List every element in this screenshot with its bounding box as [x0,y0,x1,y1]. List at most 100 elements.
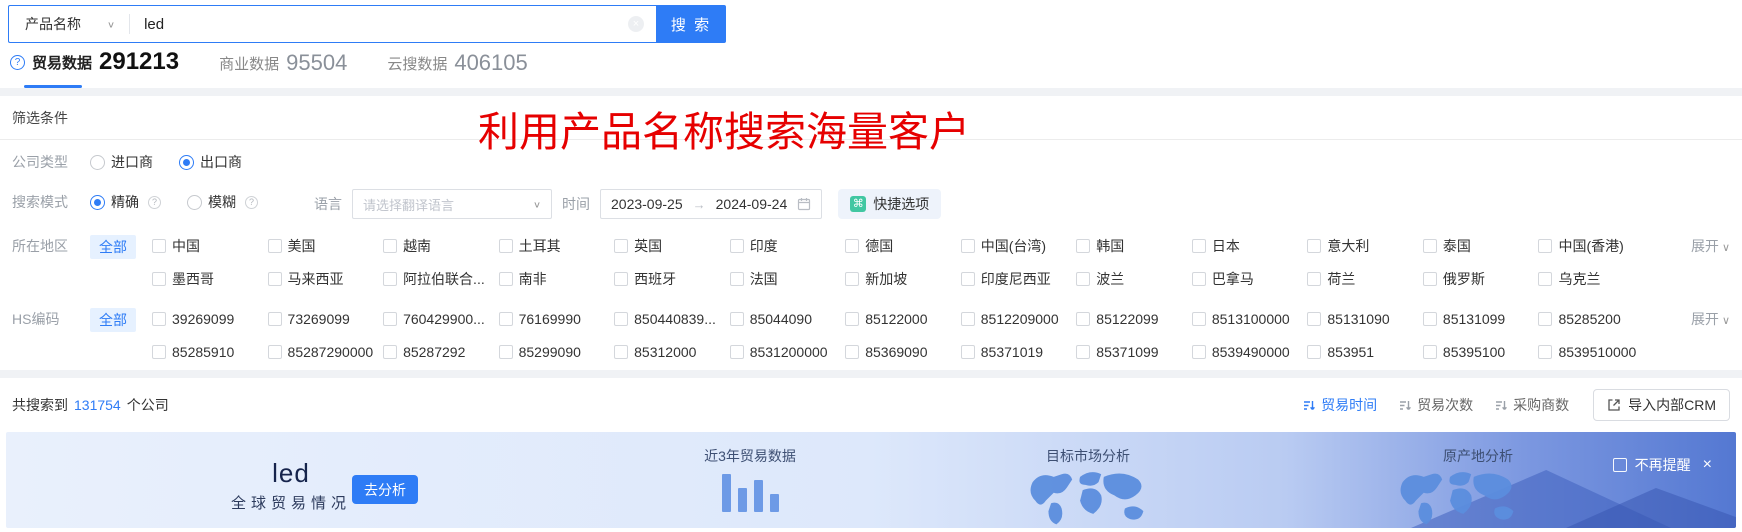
checkbox-icon[interactable] [614,272,629,286]
checkbox-icon[interactable] [1076,272,1091,286]
checkbox-icon[interactable] [1307,239,1322,253]
info-circle-icon[interactable]: ? [245,195,258,209]
checkbox-icon[interactable] [845,312,860,326]
checkbox-icon[interactable] [152,272,166,286]
hs-checkbox[interactable]: 85371019 [960,339,1077,365]
checkbox-icon[interactable] [960,272,975,286]
region-checkbox[interactable]: 日本 [1191,233,1308,259]
checkbox-icon[interactable] [729,312,744,326]
clear-icon[interactable]: × [628,16,644,32]
hs-checkbox[interactable]: 85131090 [1307,306,1423,332]
checkbox-icon[interactable] [1076,345,1091,359]
region-checkbox[interactable]: 印度 [729,233,846,259]
search-button[interactable]: 搜 索 [656,5,726,43]
hs-checkbox[interactable]: 85131099 [1422,306,1539,332]
checkbox-icon[interactable] [1076,239,1091,253]
region-checkbox[interactable]: 巴拿马 [1191,266,1308,292]
checkbox-icon[interactable] [729,345,744,359]
hs-checkbox[interactable]: 85044090 [729,306,846,332]
region-checkbox[interactable]: 中国(香港) [1538,233,1654,259]
region-checkbox[interactable]: 韩国 [1076,233,1192,259]
region-checkbox[interactable]: 俄罗斯 [1422,266,1539,292]
language-select[interactable]: 请选择翻译语言 ∨ [352,189,552,219]
checkbox-icon[interactable] [1422,239,1437,253]
checkbox-icon[interactable] [845,239,860,253]
checkbox-icon[interactable] [1191,239,1206,253]
region-checkbox[interactable]: 土耳其 [498,233,615,259]
checkbox-icon[interactable] [729,272,744,286]
company-type-radio[interactable]: 进口商 [90,149,153,175]
region-checkbox[interactable]: 波兰 [1076,266,1192,292]
checkbox-icon[interactable] [267,272,282,286]
region-checkbox[interactable]: 马来西亚 [267,266,384,292]
checkbox-icon[interactable] [498,239,513,253]
sort-option[interactable]: 贸易次数 [1399,395,1473,415]
checkbox-icon[interactable] [729,239,744,253]
checkbox-icon[interactable] [1307,272,1322,286]
sort-option[interactable]: 采购商数 [1495,395,1569,415]
checkbox-icon[interactable] [1191,312,1206,326]
hs-checkbox[interactable]: 85369090 [845,339,961,365]
checkbox-icon[interactable] [614,345,629,359]
checkbox-icon[interactable] [152,312,166,326]
info-circle-icon[interactable]: ? [148,195,161,209]
checkbox-icon[interactable] [498,345,513,359]
checkbox-icon[interactable] [152,345,166,359]
region-checkbox[interactable]: 美国 [267,233,384,259]
checkbox-icon[interactable] [383,239,398,253]
checkbox-icon[interactable] [1191,345,1206,359]
checkbox-icon[interactable] [960,239,975,253]
region-checkbox[interactable]: 印度尼西亚 [960,266,1077,292]
checkbox-icon[interactable] [1307,345,1322,359]
date-range-picker[interactable]: 2023-09-25 → 2024-09-24 [600,189,823,219]
close-icon[interactable]: × [1703,457,1712,473]
tab-item[interactable]: ? 云搜数据 406105 [387,50,531,88]
checkbox-icon[interactable] [383,312,398,326]
hs-checkbox[interactable]: 76169990 [498,306,615,332]
region-checkbox[interactable]: 新加坡 [845,266,961,292]
checkbox-icon[interactable] [1191,272,1206,286]
checkbox-icon[interactable] [1538,345,1553,359]
region-checkbox[interactable]: 德国 [845,233,961,259]
checkbox-icon[interactable] [383,272,398,286]
region-checkbox[interactable]: 西班牙 [614,266,730,292]
sort-option[interactable]: 贸易时间 [1303,395,1377,415]
checkbox-icon[interactable] [267,312,282,326]
hs-checkbox[interactable]: 85287290000 [267,339,384,365]
search-input[interactable] [130,15,628,33]
region-checkbox[interactable]: 墨西哥 [152,266,268,292]
checkbox-icon[interactable] [1076,312,1091,326]
checkbox-icon[interactable] [498,272,513,286]
region-checkbox[interactable]: 中国(台湾) [960,233,1077,259]
checkbox-icon[interactable] [1538,272,1553,286]
import-crm-button[interactable]: 导入内部CRM [1593,389,1730,421]
hs-checkbox[interactable]: 760429900... [383,306,499,332]
quick-options-button[interactable]: ⌘ 快捷选项 [838,189,942,219]
hs-checkbox[interactable]: 39269099 [152,306,268,332]
checkbox-icon[interactable] [960,345,975,359]
search-category-dropdown[interactable]: 产品名称 ∨ [9,14,129,34]
checkbox-icon[interactable] [845,345,860,359]
region-checkbox[interactable]: 越南 [383,233,499,259]
search-mode-radio[interactable]: 精确 ? [90,189,161,215]
company-type-radio[interactable]: 出口商 [179,149,242,175]
region-checkbox[interactable]: 法国 [729,266,846,292]
region-expand-link[interactable]: 展开 ∨ [1668,233,1730,261]
date-end[interactable]: 2024-09-24 [716,196,788,212]
region-checkbox[interactable]: 泰国 [1422,233,1539,259]
checkbox-icon[interactable] [960,312,975,326]
analyze-button[interactable]: 去分析 [352,475,418,504]
region-checkbox[interactable]: 意大利 [1307,233,1423,259]
checkbox-icon[interactable] [845,272,860,286]
hs-checkbox[interactable]: 85122099 [1076,306,1192,332]
checkbox-icon[interactable] [152,239,166,253]
region-checkbox[interactable]: 荷兰 [1307,266,1423,292]
checkbox-icon[interactable] [1538,312,1553,326]
hs-checkbox[interactable]: 8539510000 [1538,339,1654,365]
region-checkbox[interactable]: 阿拉伯联合... [383,266,499,292]
checkbox-icon[interactable] [498,312,513,326]
checkbox-icon[interactable] [383,345,398,359]
hs-checkbox[interactable]: 8539490000 [1191,339,1308,365]
region-checkbox[interactable]: 乌克兰 [1538,266,1654,292]
hs-checkbox[interactable]: 85285910 [152,339,268,365]
